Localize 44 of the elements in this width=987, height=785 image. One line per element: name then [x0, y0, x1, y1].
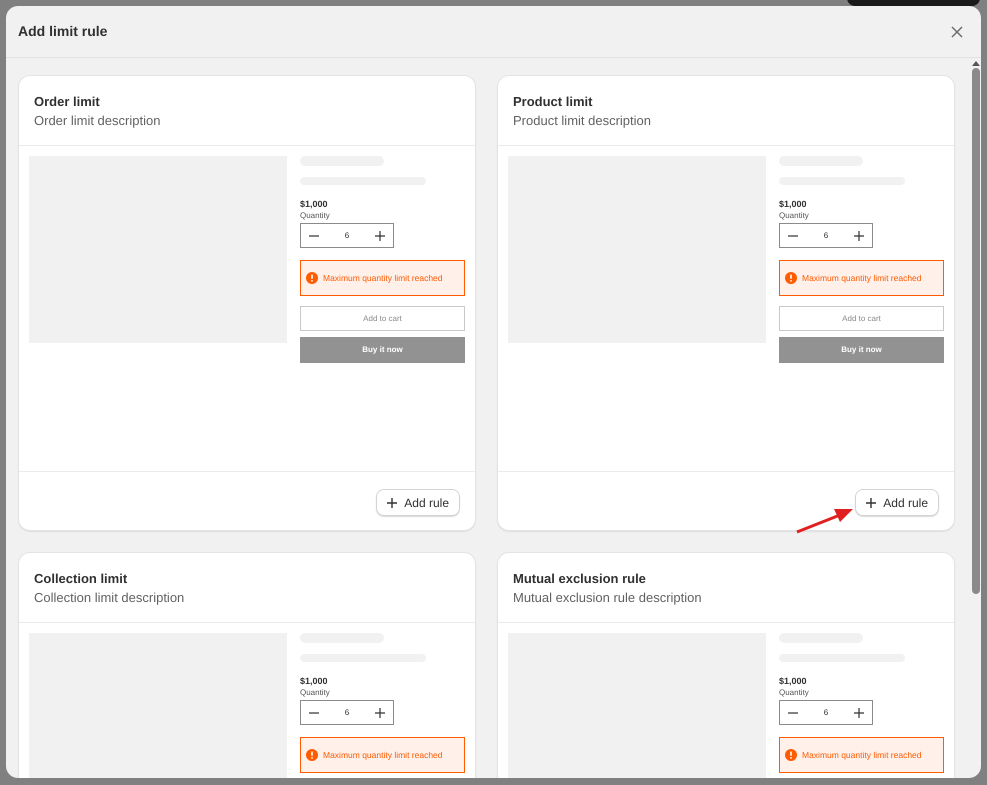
add-rule-button[interactable]: Add rule — [376, 489, 460, 516]
quantity-value: 6 — [344, 706, 350, 718]
price: $1,000 — [300, 675, 329, 687]
add-to-cart-button[interactable]: Add to cart — [779, 306, 944, 331]
quantity-value: 6 — [824, 706, 828, 718]
plus-icon[interactable] — [374, 708, 385, 718]
modal-title: Add limit rule — [18, 22, 108, 41]
price: $1,000 — [779, 675, 808, 687]
card-title: Mutual exclusion rule — [513, 570, 647, 587]
card-description: Mutual exclusion rule description — [513, 589, 703, 607]
add-to-cart-button[interactable]: Add to cart — [300, 306, 465, 331]
plus-icon — [866, 498, 876, 508]
quantity-label: Quantity — [300, 688, 331, 698]
quantity-stepper[interactable]: 6 — [779, 223, 873, 248]
quantity-label: Quantity — [779, 211, 810, 221]
card-title: Collection limit — [34, 570, 128, 587]
close-icon[interactable] — [950, 24, 964, 38]
price: $1,000 — [300, 198, 329, 210]
alert-icon — [306, 749, 318, 761]
quantity-label: Quantity — [779, 688, 810, 698]
plus-icon[interactable] — [854, 708, 864, 718]
alert-icon — [785, 749, 797, 761]
quantity-stepper[interactable]: 6 — [779, 700, 873, 725]
plus-icon — [387, 498, 398, 508]
card-description: Collection limit description — [34, 589, 186, 607]
plus-icon[interactable] — [854, 230, 864, 240]
plus-icon[interactable] — [374, 230, 385, 240]
alert-icon — [785, 272, 797, 284]
warning-text: Maximum quantity limit reached — [323, 272, 443, 284]
warning-text: Maximum quantity limit reached — [323, 748, 443, 762]
quantity-stepper[interactable]: 6 — [300, 223, 394, 248]
quantity-stepper[interactable]: 6 — [300, 700, 394, 725]
quantity-value: 6 — [824, 230, 828, 242]
quantity-value: 6 — [344, 230, 350, 242]
card-title: Product limit — [513, 93, 594, 110]
card-description: Order limit description — [34, 112, 162, 130]
price: $1,000 — [779, 198, 808, 210]
warning-text: Maximum quantity limit reached — [802, 272, 922, 284]
quantity-label: Quantity — [300, 211, 331, 221]
card-title: Order limit — [34, 93, 101, 110]
warning-text: Maximum quantity limit reached — [802, 748, 922, 762]
card-description: Product limit description — [513, 112, 652, 130]
add-rule-button[interactable]: Add rule — [855, 489, 939, 516]
alert-icon — [306, 272, 318, 284]
